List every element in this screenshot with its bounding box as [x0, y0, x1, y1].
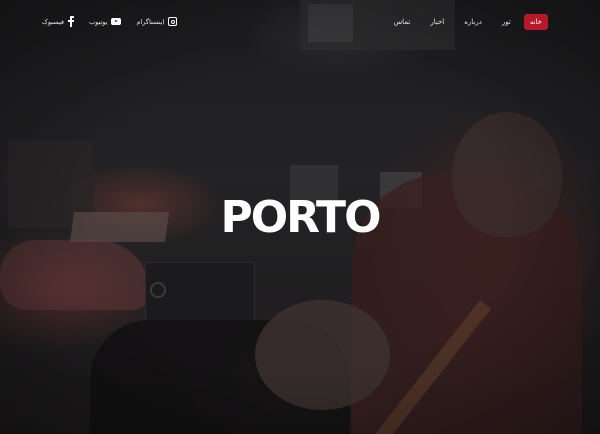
facebook-label: فیسبوک — [42, 17, 65, 26]
youtube-icon — [111, 18, 122, 25]
nav-item-about[interactable]: درباره — [457, 14, 489, 30]
nav-item-contact[interactable]: تماس — [387, 14, 418, 30]
main-nav: خانه تور درباره اخبار تماس — [381, 14, 548, 30]
nav-item-home[interactable]: خانه — [523, 14, 548, 30]
youtube-link[interactable]: یوتیوب — [89, 17, 122, 26]
facebook-link[interactable]: فیسبوک — [42, 16, 75, 27]
nav-item-news[interactable]: اخبار — [423, 14, 451, 30]
instagram-label: اینستاگرام — [136, 17, 165, 26]
nav-item-tour[interactable]: تور — [495, 14, 518, 30]
instagram-icon — [168, 17, 178, 26]
youtube-label: یوتیوب — [89, 17, 108, 26]
social-links: فیسبوک یوتیوب اینستاگرام — [42, 16, 192, 27]
porto-logo: PORTO — [220, 192, 382, 243]
facebook-icon — [68, 16, 75, 27]
instagram-link[interactable]: اینستاگرام — [136, 17, 178, 26]
